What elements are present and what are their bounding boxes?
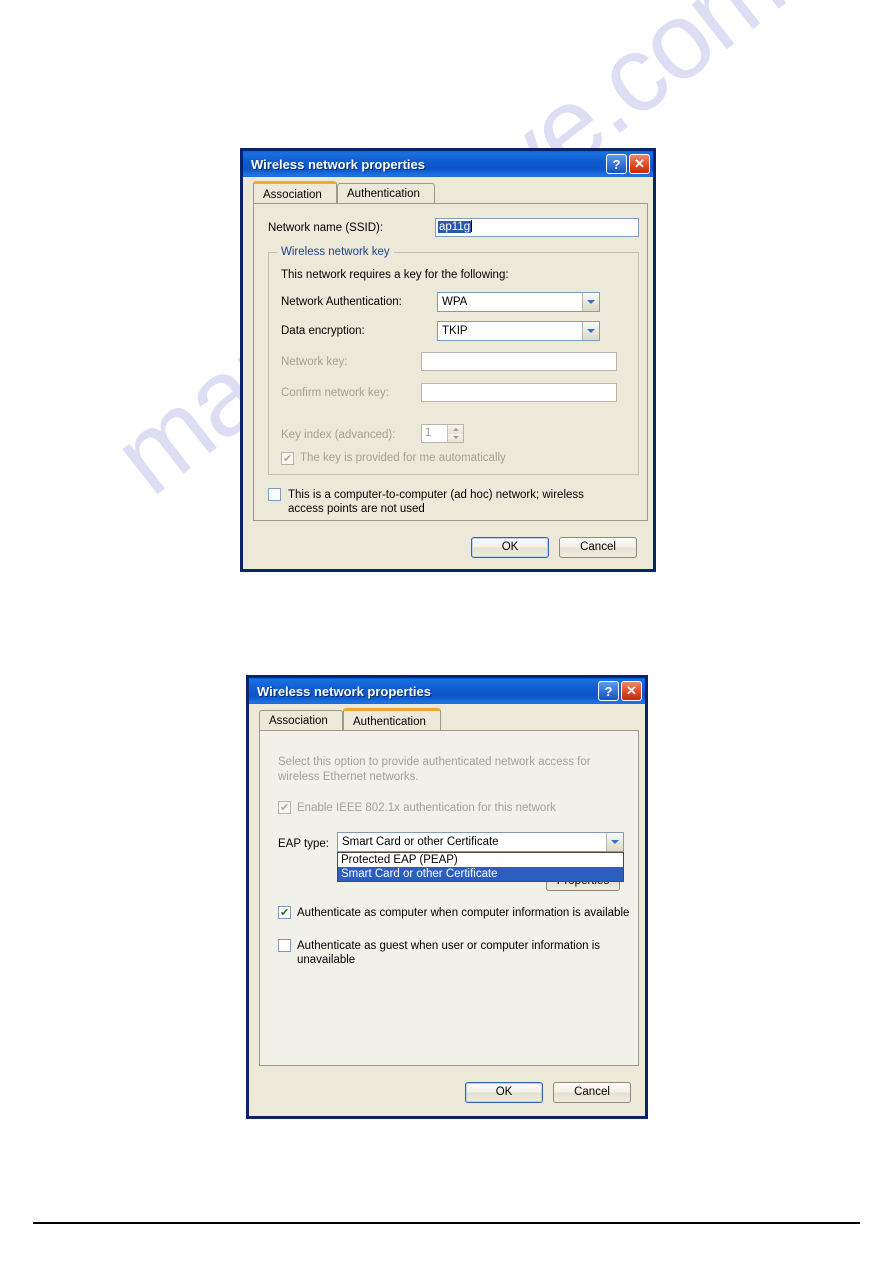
chevron-down-icon[interactable]	[582, 293, 599, 311]
tab-authentication[interactable]: Authentication	[337, 183, 435, 203]
cancel-button[interactable]: Cancel	[553, 1082, 631, 1103]
network-authentication-label: Network Authentication:	[281, 296, 402, 308]
enable-8021x-label: Enable IEEE 802.1x authentication for th…	[297, 801, 556, 814]
help-icon[interactable]: ?	[606, 154, 627, 174]
eap-option-smart-card[interactable]: Smart Card or other Certificate	[338, 867, 623, 881]
dialog-button-row: OK Cancel	[465, 1082, 631, 1103]
network-key-label: Network key:	[281, 356, 348, 368]
check-icon: ✔	[280, 801, 290, 814]
key-index-value: 1	[425, 427, 432, 439]
text-caret	[471, 220, 473, 232]
dialog-title: Wireless network properties	[257, 683, 431, 699]
adhoc-checkbox[interactable]	[268, 488, 281, 501]
cancel-button[interactable]: Cancel	[559, 537, 637, 558]
confirm-network-key-label: Confirm network key:	[281, 387, 390, 399]
footer-divider	[33, 1222, 860, 1224]
tab-authentication[interactable]: Authentication	[343, 708, 441, 730]
intro-line1: Select this option to provide authentica…	[278, 756, 591, 768]
close-icon[interactable]: ✕	[629, 154, 650, 174]
data-encryption-label: Data encryption:	[281, 325, 365, 337]
network-key-input[interactable]	[421, 352, 617, 371]
tab-association[interactable]: Association	[259, 710, 343, 730]
wireless-network-key-group: Wireless network key This network requir…	[268, 246, 639, 475]
tab-association[interactable]: Association	[253, 181, 337, 203]
data-encryption-select[interactable]: TKIP	[437, 321, 600, 341]
stepper-down-icon[interactable]	[448, 433, 463, 442]
authenticate-as-guest-label-line2: unavailable	[297, 954, 356, 966]
stepper-buttons[interactable]	[447, 425, 463, 442]
key-provided-automatically-label: The key is provided for me automatically	[300, 452, 506, 464]
authenticate-as-guest-label-line1: Authenticate as guest when user or compu…	[297, 940, 600, 952]
authenticate-as-computer-checkbox[interactable]: ✔	[278, 906, 291, 919]
check-icon: ✔	[280, 906, 290, 919]
tab-strip: Association Authentication	[243, 181, 653, 203]
ssid-label: Network name (SSID):	[268, 222, 384, 234]
check-icon: ✔	[283, 452, 293, 465]
ok-button[interactable]: OK	[465, 1082, 543, 1103]
tab-panel-authentication: Select this option to provide authentica…	[259, 730, 639, 1066]
authenticate-as-guest-checkbox[interactable]	[278, 939, 291, 952]
title-bar: Wireless network properties ? ✕	[249, 678, 645, 704]
eap-type-dropdown-list[interactable]: Protected EAP (PEAP) Smart Card or other…	[337, 852, 624, 882]
eap-type-select[interactable]: Smart Card or other Certificate	[337, 832, 624, 852]
ssid-input[interactable]: ap11g	[435, 218, 639, 237]
intro-line2: wireless Ethernet networks.	[278, 771, 419, 783]
group-title: Wireless network key	[277, 246, 394, 258]
dialog-button-row: OK Cancel	[471, 537, 637, 558]
authenticate-as-guest-row[interactable]: Authenticate as guest when user or compu…	[278, 939, 623, 967]
authenticate-as-computer-row[interactable]: ✔ Authenticate as computer when computer…	[278, 906, 629, 919]
authenticate-as-computer-label: Authenticate as computer when computer i…	[297, 906, 630, 919]
wireless-network-properties-dialog-authentication: Wireless network properties ? ✕ Associat…	[246, 675, 648, 1119]
chevron-down-icon[interactable]	[606, 833, 623, 851]
adhoc-checkbox-row[interactable]: This is a computer-to-computer (ad hoc) …	[268, 488, 638, 516]
eap-type-value: Smart Card or other Certificate	[342, 836, 499, 848]
dialog-title: Wireless network properties	[251, 156, 425, 172]
key-provided-automatically-checkbox-row[interactable]: ✔ The key is provided for me automatical…	[281, 452, 506, 465]
ssid-input-value: ap11g	[438, 221, 472, 233]
tab-panel-association: Network name (SSID): ap11g Wireless netw…	[253, 203, 648, 521]
eap-option-protected-eap[interactable]: Protected EAP (PEAP)	[338, 853, 623, 867]
network-authentication-select[interactable]: WPA	[437, 292, 600, 312]
enable-8021x-checkbox-row[interactable]: ✔ Enable IEEE 802.1x authentication for …	[278, 801, 556, 814]
title-bar: Wireless network properties ? ✕	[243, 151, 653, 177]
adhoc-label-line1: This is a computer-to-computer (ad hoc) …	[288, 489, 584, 501]
key-index-stepper[interactable]: 1	[421, 424, 464, 443]
network-authentication-value: WPA	[442, 296, 468, 308]
stepper-up-icon[interactable]	[448, 425, 463, 434]
chevron-down-icon[interactable]	[582, 322, 599, 340]
group-intro-text: This network requires a key for the foll…	[281, 269, 509, 281]
data-encryption-value: TKIP	[442, 325, 468, 337]
close-icon[interactable]: ✕	[621, 681, 642, 701]
enable-8021x-checkbox[interactable]: ✔	[278, 801, 291, 814]
key-provided-automatically-checkbox[interactable]: ✔	[281, 452, 294, 465]
confirm-network-key-input[interactable]	[421, 383, 617, 402]
adhoc-label-line2: access points are not used	[288, 503, 425, 515]
tab-strip: Association Authentication	[249, 708, 645, 730]
ok-button[interactable]: OK	[471, 537, 549, 558]
wireless-network-properties-dialog-association: Wireless network properties ? ✕ Associat…	[240, 148, 656, 572]
eap-type-label: EAP type:	[278, 838, 329, 850]
key-index-label: Key index (advanced):	[281, 429, 396, 441]
authentication-intro-text: Select this option to provide authentica…	[278, 755, 591, 785]
help-icon[interactable]: ?	[598, 681, 619, 701]
